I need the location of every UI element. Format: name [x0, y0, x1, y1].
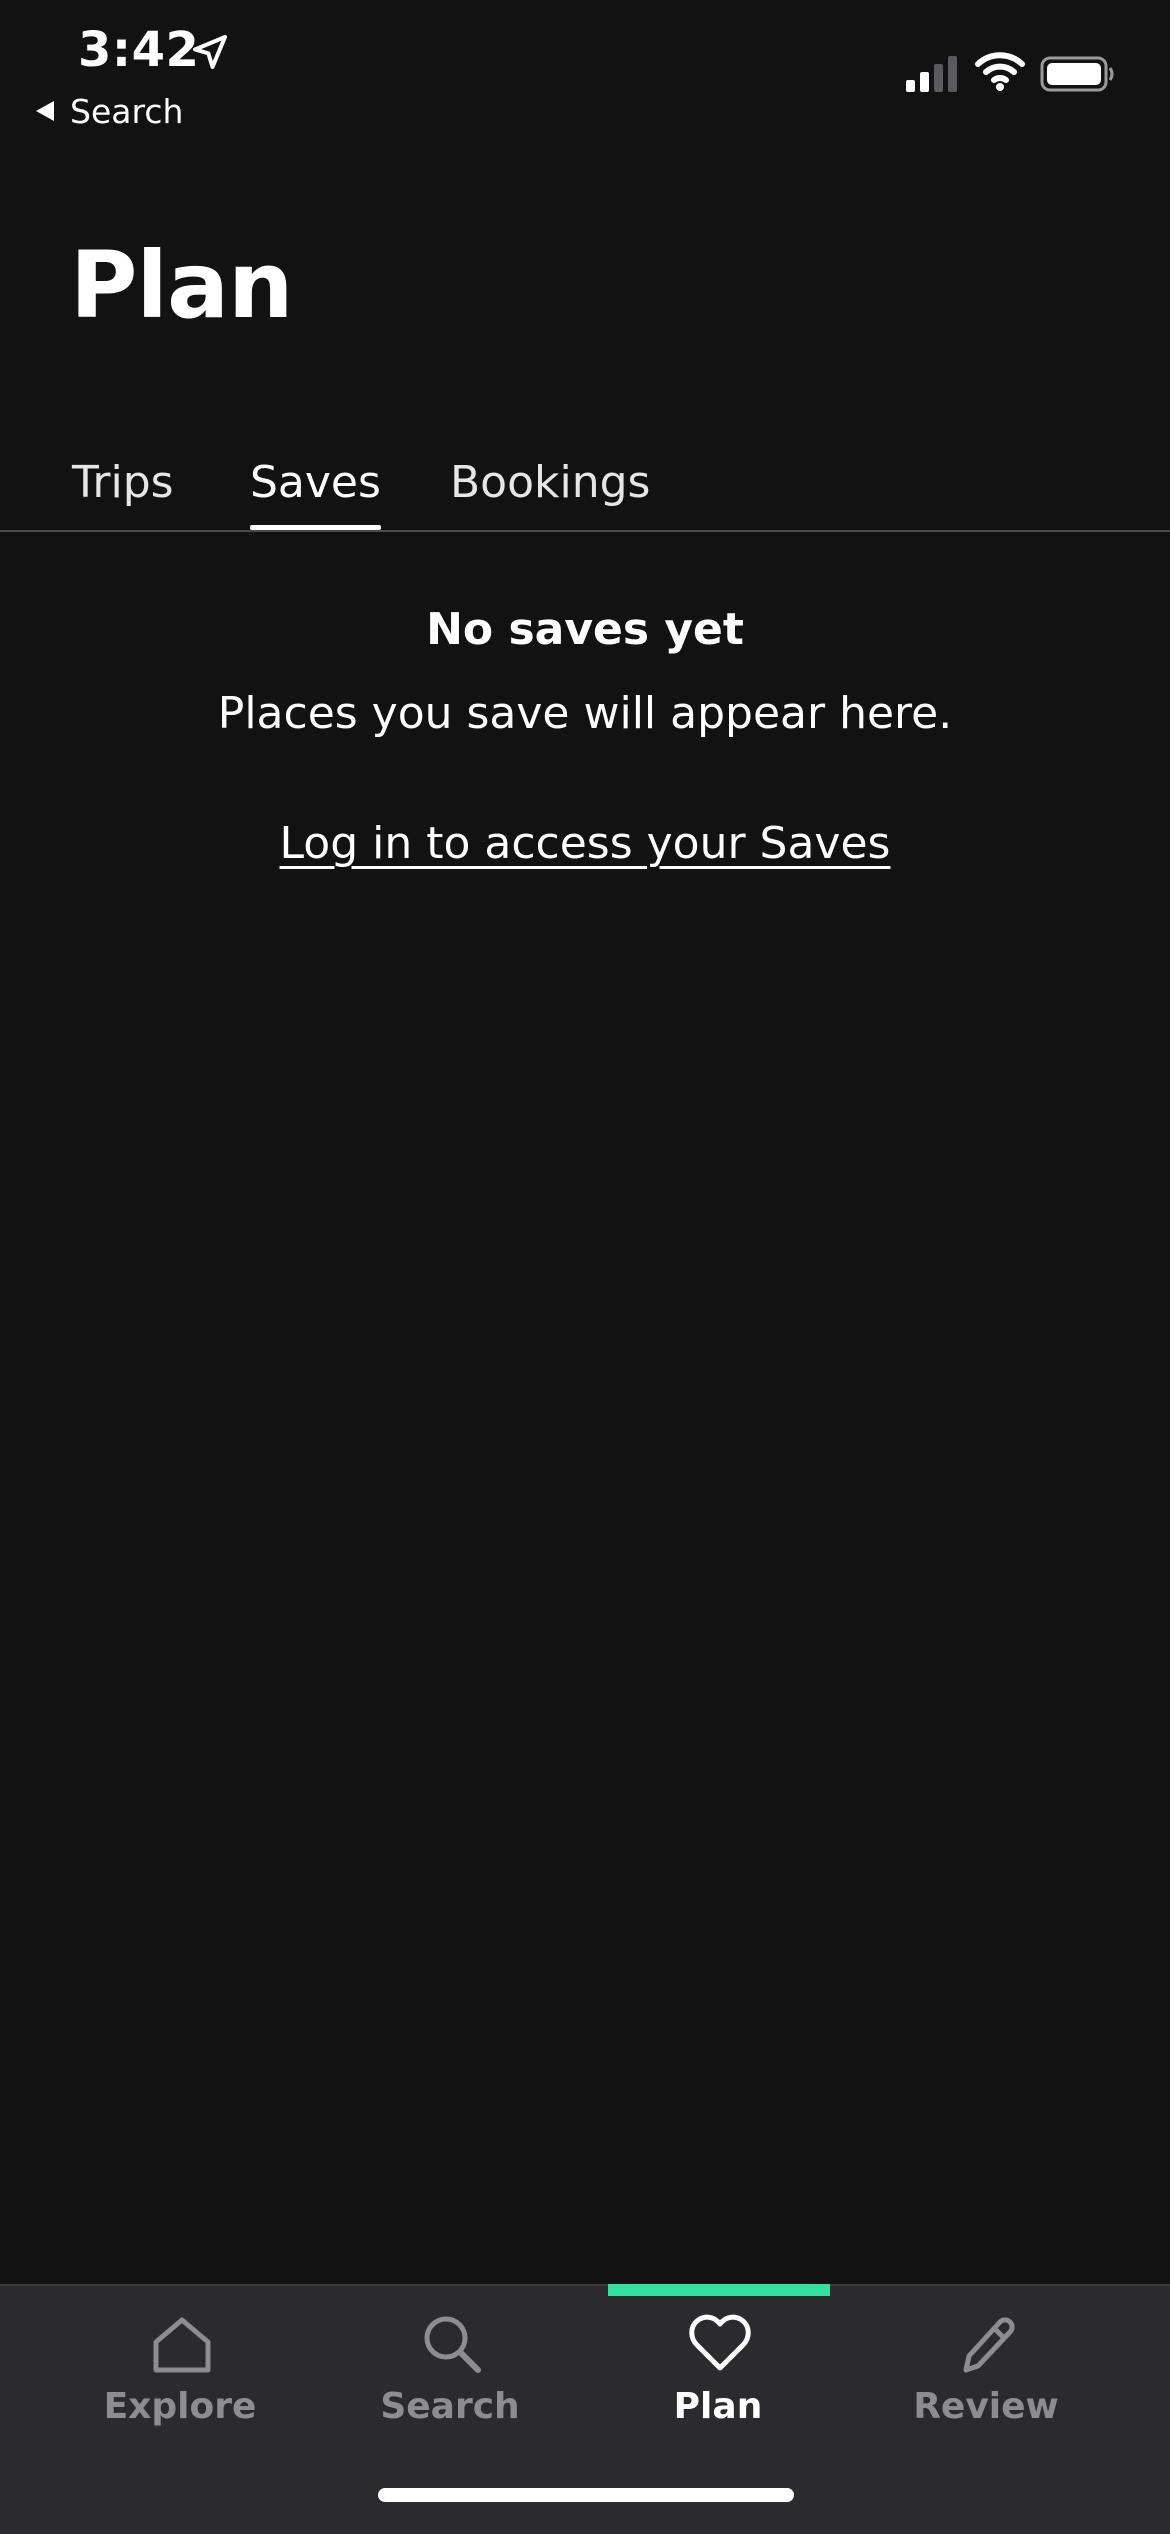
tab-bookings[interactable]: Bookings	[450, 448, 650, 530]
search-icon	[424, 2316, 481, 2373]
battery-icon	[1040, 56, 1114, 92]
page-title: Plan	[70, 232, 294, 339]
status-time: 3:42	[78, 22, 200, 78]
nav-item-explore[interactable]: Explore	[70, 2286, 290, 2446]
home-indicator[interactable]	[378, 2488, 794, 2502]
nav-item-plan[interactable]: Plan	[608, 2286, 828, 2446]
nav-label-review: Review	[913, 2386, 1059, 2427]
heart-icon	[689, 2314, 751, 2371]
nav-label-plan: Plan	[673, 2386, 763, 2427]
nav-item-review[interactable]: Review	[876, 2286, 1096, 2446]
login-link-container: Log in to access your Saves	[0, 818, 1170, 869]
back-label: Search	[70, 91, 184, 131]
pencil-icon	[963, 2317, 1015, 2373]
signal-icon	[906, 56, 957, 92]
empty-state-title: No saves yet	[426, 604, 744, 655]
back-triangle-icon	[36, 101, 54, 121]
nav-item-search[interactable]: Search	[340, 2286, 560, 2446]
back-to-search-button[interactable]: Search	[36, 88, 183, 134]
empty-state-subtitle: Places you save will appear here.	[217, 688, 953, 739]
nav-label-explore: Explore	[103, 2386, 257, 2427]
login-link[interactable]: Log in to access your Saves	[280, 818, 891, 869]
status-bar: 3:42 Search	[0, 0, 1170, 140]
tab-bar: Trips Saves Bookings	[0, 448, 1170, 532]
wifi-icon	[975, 52, 1025, 91]
home-icon	[153, 2317, 211, 2373]
tab-trips[interactable]: Trips	[72, 448, 174, 530]
nav-label-search: Search	[380, 2386, 520, 2427]
location-arrow-icon	[193, 35, 227, 69]
tab-saves[interactable]: Saves	[250, 448, 381, 530]
